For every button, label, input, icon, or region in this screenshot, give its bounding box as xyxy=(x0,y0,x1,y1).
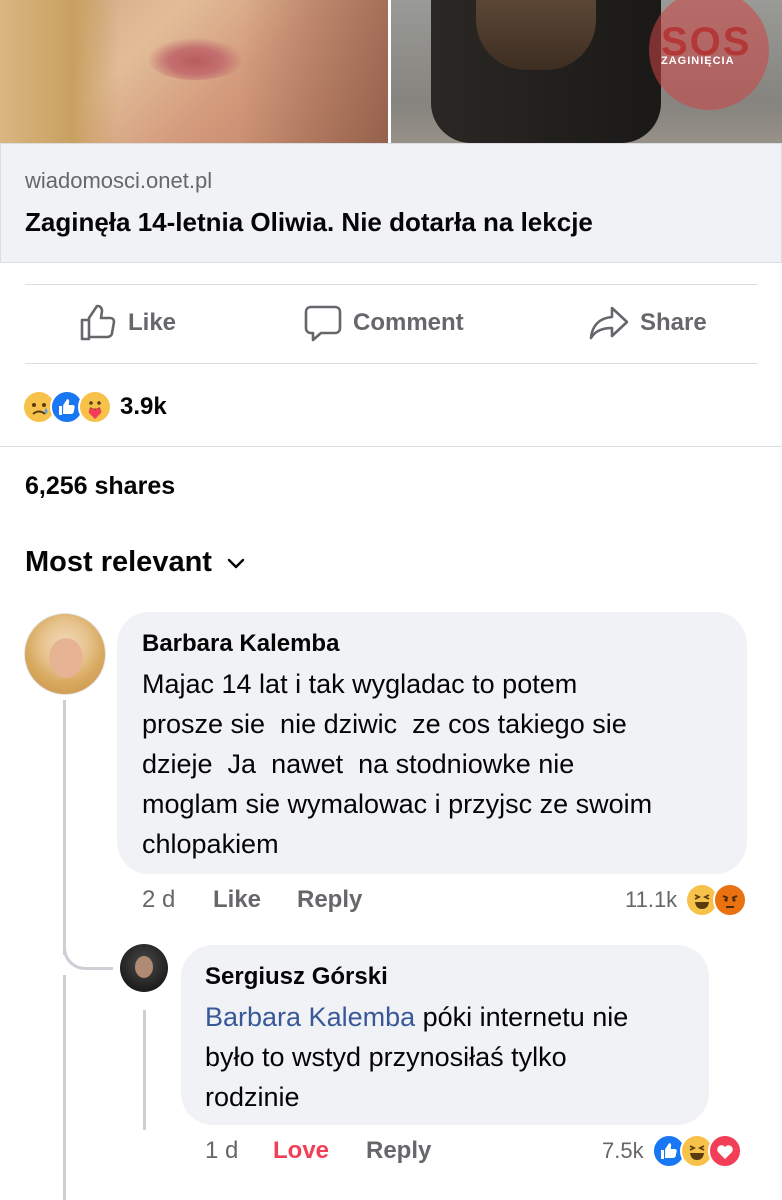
love-icon xyxy=(707,1134,742,1168)
divider xyxy=(25,284,757,285)
comment-author[interactable]: Barbara Kalemba xyxy=(142,630,339,658)
comment-bubble-icon xyxy=(303,303,343,343)
comment-text: Barbara Kalemba póki internetu nie było … xyxy=(205,997,628,1117)
comment-reaction-count: 7.5k xyxy=(602,1138,644,1163)
thread-line xyxy=(143,1010,146,1130)
post-image-right[interactable]: SOS ZAGINIĘCIA xyxy=(391,0,782,143)
link-domain: wiadomosci.onet.pl xyxy=(25,168,213,193)
thread-line xyxy=(63,700,66,955)
comment-reply-button[interactable]: Reply xyxy=(366,1137,431,1165)
comment-line: dzieje Ja nawet na stodniowke nie xyxy=(142,749,575,779)
comment-line: było to wstyd przynosiłaś tylko xyxy=(205,1042,567,1072)
divider xyxy=(0,446,782,447)
share-label: Share xyxy=(640,309,707,336)
angry-icon xyxy=(713,883,748,917)
comment-time[interactable]: 2 d xyxy=(142,886,175,914)
comment-love-button[interactable]: Love xyxy=(273,1137,329,1165)
sos-watermark-subtext: ZAGINIĘCIA xyxy=(661,55,735,67)
reaction-count: 3.9k xyxy=(120,393,167,420)
comment-text: Majac 14 lat i tak wygladac to potem pro… xyxy=(142,664,652,864)
shares-count[interactable]: 6,256 shares xyxy=(25,472,175,501)
care-icon xyxy=(78,390,112,424)
comment-line: prosze sie nie dziwic ze cos takiego sie xyxy=(142,709,627,739)
sort-label: Most relevant xyxy=(25,546,212,578)
comment-reactions[interactable]: 11.1k xyxy=(625,882,748,918)
comment-button[interactable]: Comment xyxy=(303,298,464,348)
divider xyxy=(25,363,757,364)
like-button[interactable]: Like xyxy=(78,298,176,348)
comment-reactions[interactable]: 7.5k xyxy=(602,1133,742,1169)
comment-like-button[interactable]: Like xyxy=(213,886,261,914)
share-button[interactable]: Share xyxy=(588,298,707,348)
comment-text-fragment: póki internetu nie xyxy=(415,1002,629,1032)
comment-line: Barbara Kalemba póki internetu nie xyxy=(205,997,628,1037)
avatar[interactable] xyxy=(24,613,106,695)
comment-author[interactable]: Sergiusz Górski xyxy=(205,963,388,991)
comment-line: chlopakiem xyxy=(142,829,279,859)
post-image-left[interactable] xyxy=(0,0,388,143)
comment-time[interactable]: 1 d xyxy=(205,1137,238,1165)
mention-link[interactable]: Barbara Kalemba xyxy=(205,1002,415,1032)
comment-line: rodzinie xyxy=(205,1082,300,1112)
avatar[interactable] xyxy=(120,944,168,992)
link-preview[interactable] xyxy=(0,143,782,263)
link-title[interactable]: Zaginęła 14-letnia Oliwia. Nie dotarła n… xyxy=(25,207,593,238)
like-label: Like xyxy=(128,309,177,336)
thread-connector xyxy=(63,930,113,970)
comment-reaction-count: 11.1k xyxy=(625,887,678,912)
comment-sort-dropdown[interactable]: Most relevant xyxy=(25,546,246,579)
thumbs-up-icon xyxy=(78,303,118,343)
share-arrow-icon xyxy=(588,303,630,343)
chevron-down-icon xyxy=(226,546,246,579)
comment-label: Comment xyxy=(353,309,464,336)
comment-reply-button[interactable]: Reply xyxy=(297,886,362,914)
comment-line: moglam sie wymalowac i przyjsc ze swoim xyxy=(142,789,653,819)
post-reactions[interactable]: 3.9k xyxy=(22,387,167,427)
comment-line: Majac 14 lat i tak wygladac to potem xyxy=(142,669,578,699)
thread-line xyxy=(63,975,66,1200)
